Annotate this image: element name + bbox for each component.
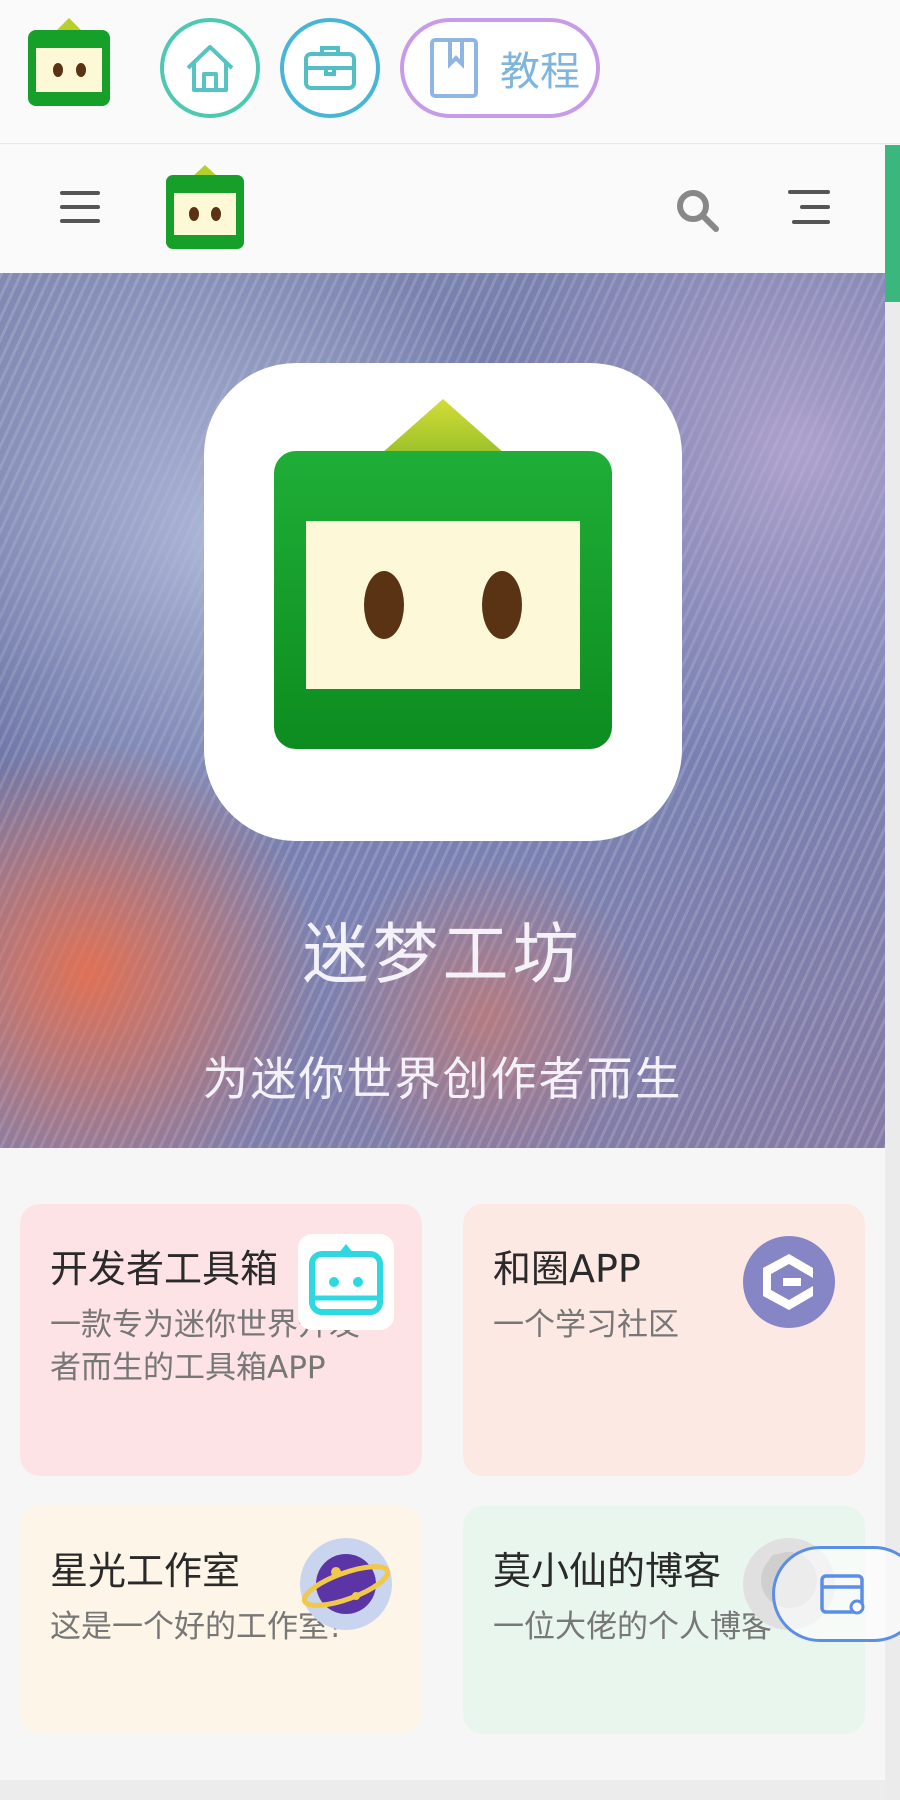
card-developer-toolbox[interactable]: 开发者工具箱 一款专为迷你世界开发者而生的工具箱APP	[20, 1204, 422, 1476]
card-title: 莫小仙的博客	[493, 1549, 722, 1593]
hero-logo-icon	[274, 399, 612, 749]
top-app-bar: 教程	[0, 0, 900, 144]
site-logo-icon[interactable]	[164, 165, 246, 251]
app-logo-icon[interactable]	[26, 18, 112, 108]
hero-subtitle: 为迷你世界创作者而生	[202, 1052, 683, 1106]
tutorial-button[interactable]: 教程	[400, 18, 600, 118]
card-title: 开发者工具箱	[50, 1247, 279, 1291]
hamburger-menu-icon[interactable]	[58, 187, 102, 227]
hero-logo-card	[204, 363, 682, 841]
scrollbar-thumb[interactable]	[885, 145, 900, 302]
card-title: 星光工作室	[50, 1549, 241, 1593]
page-bottom-divider	[0, 1780, 885, 1800]
card-title: 和圈APP	[493, 1247, 641, 1291]
window-icon	[820, 1574, 865, 1615]
card-starlight-studio[interactable]: 星光工作室 这是一个好的工作室!	[20, 1506, 422, 1734]
card-hequan-app[interactable]: 和圈APP 一个学习社区	[463, 1204, 865, 1476]
list-menu-icon[interactable]	[786, 187, 832, 227]
toolbox-button[interactable]	[280, 18, 380, 118]
hero-banner: 迷梦工坊 为迷你世界创作者而生	[0, 273, 885, 1148]
briefcase-icon	[304, 46, 356, 90]
tutorial-label: 教程	[500, 49, 580, 95]
planet-icon	[300, 1538, 392, 1630]
search-icon[interactable]	[674, 187, 720, 233]
floating-action-button[interactable]	[772, 1546, 900, 1642]
home-button[interactable]	[160, 18, 260, 118]
bookmark-icon	[430, 38, 478, 98]
hero-title: 迷梦工坊	[302, 916, 583, 993]
site-header	[0, 145, 885, 273]
robot-icon	[298, 1234, 394, 1330]
home-icon	[186, 45, 234, 92]
hequan-logo-icon	[743, 1236, 835, 1328]
